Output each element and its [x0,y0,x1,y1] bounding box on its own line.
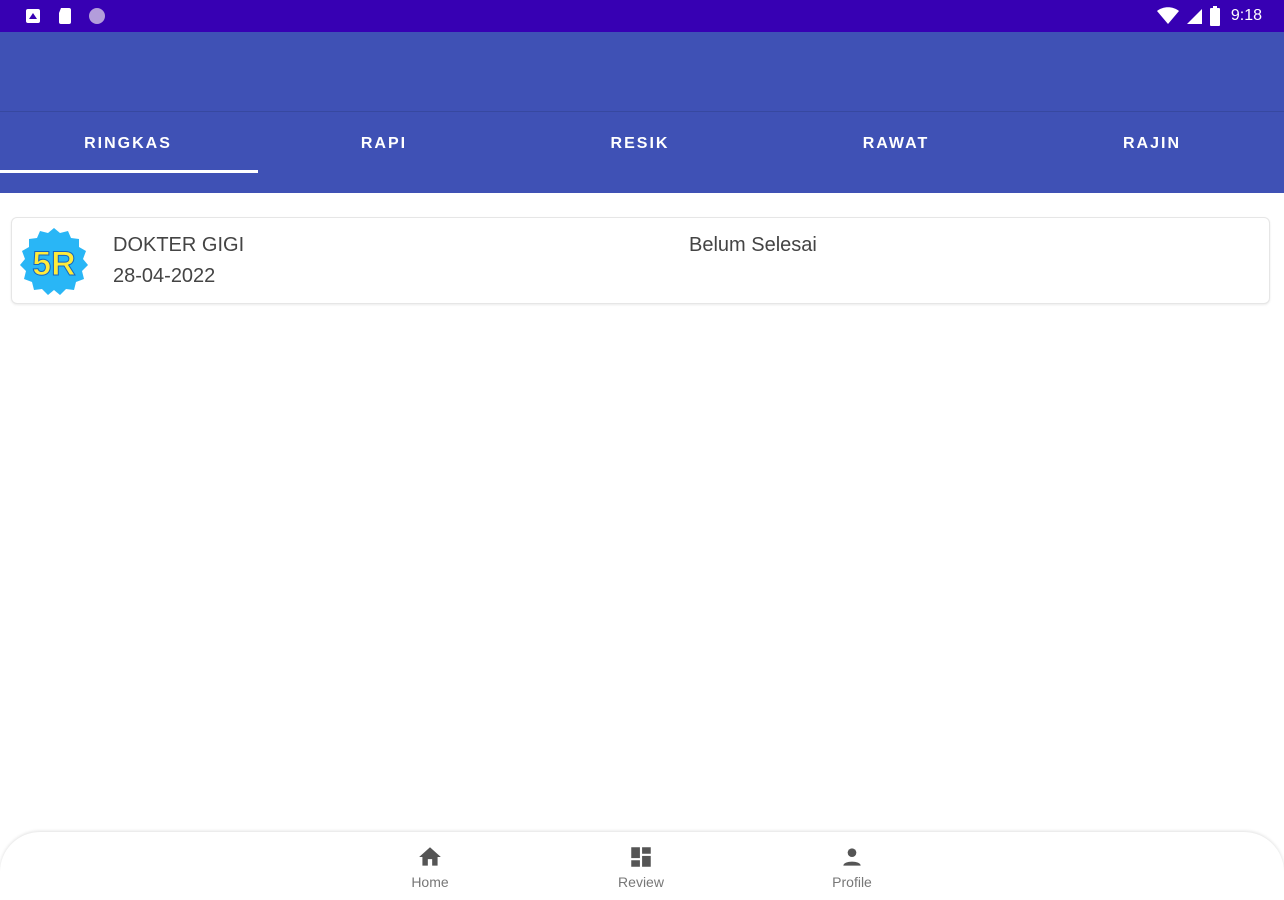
home-icon [419,847,441,866]
5r-logo-icon: 5R [20,228,88,295]
tab-rapi[interactable]: RAPI [256,112,512,194]
status-left-icons [24,7,106,25]
wifi-icon [1156,7,1179,24]
signal-icon [1186,9,1202,24]
app-bar [0,32,1284,111]
battery-icon [1209,6,1220,26]
status-bar: 9:18 [0,0,1284,32]
nav-home[interactable]: Home [370,844,490,896]
item-status: Belum Selesai [689,234,817,256]
tab-resik[interactable]: RESIK [512,112,768,194]
item-title: DOKTER GIGI [113,234,245,256]
status-time: 9:18 [1230,7,1262,24]
item-date: 28-04-2022 [113,265,216,287]
status-right-icons: 9:18 [1156,6,1262,26]
tab-label: RAPI [360,135,408,152]
nav-label: Profile [832,874,872,890]
tab-rajin[interactable]: RAJIN [1024,112,1280,194]
bottom-navigation: Home Review Profile [0,832,1284,900]
person-icon [843,848,861,866]
tab-label: RINGKAS [84,135,172,152]
nav-profile[interactable]: Profile [792,844,912,896]
svg-text:5R: 5R [32,245,75,283]
sd-card-icon [59,8,71,24]
notification-icon [26,9,40,23]
tab-rawat[interactable]: RAWAT [768,112,1024,194]
nav-label: Home [411,874,449,890]
tab-label: RAWAT [862,135,930,152]
tab-ringkas[interactable]: RINGKAS [0,112,256,194]
nav-label: Review [618,874,664,890]
tab-bar: RINGKAS RAPI RESIK RAWAT RAJIN [0,111,1284,193]
circle-icon [89,8,105,24]
tab-label: RAJIN [1122,135,1181,152]
tab-label: RESIK [610,135,670,152]
nav-review[interactable]: Review [581,844,701,896]
tab-indicator [0,170,258,173]
list-item[interactable]: 5R DOKTER GIGI 28-04-2022 Belum Selesai [11,217,1270,304]
dashboard-icon [631,847,651,867]
